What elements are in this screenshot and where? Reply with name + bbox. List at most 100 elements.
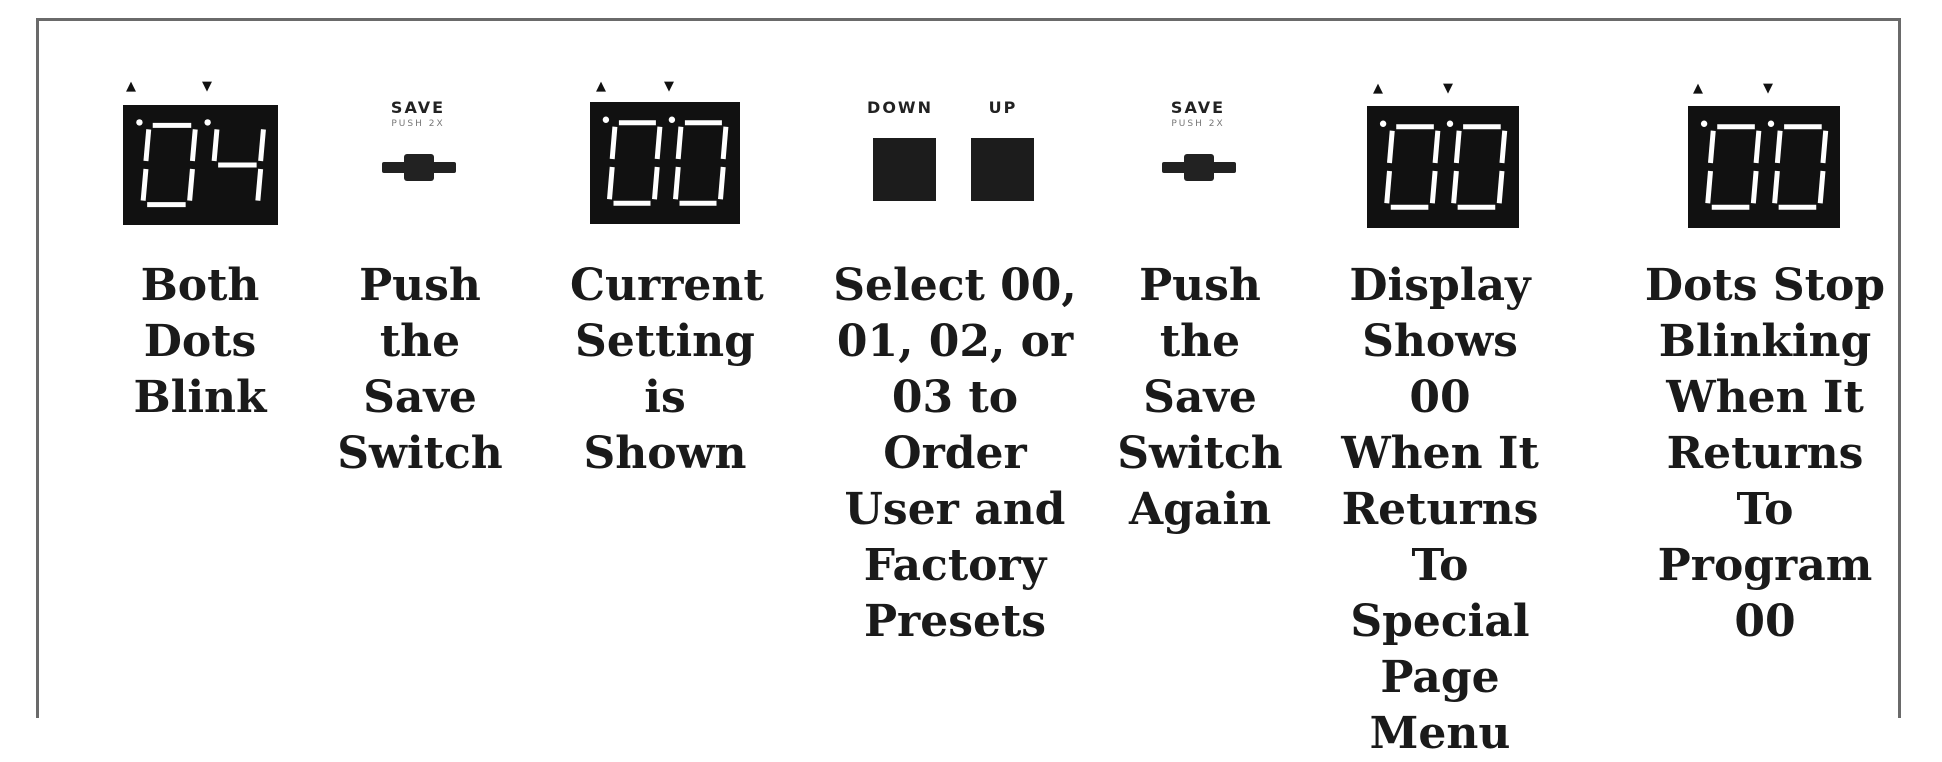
- seven-segment-display: [1367, 106, 1519, 228]
- caption-line: Push: [359, 260, 481, 311]
- caption-line: Switch: [1117, 428, 1283, 479]
- caption-line: Push: [1139, 260, 1261, 311]
- segment: [1499, 130, 1508, 164]
- indicator-dots: ▲ ▼: [126, 80, 226, 96]
- caption-line: Save: [1143, 372, 1257, 423]
- seven-segment-display: [1688, 106, 1840, 228]
- caption-line: Again: [1128, 484, 1272, 535]
- caption-line: Shown: [583, 428, 747, 479]
- save-switch[interactable]: [1162, 152, 1236, 182]
- segment: [1750, 170, 1759, 204]
- step-caption: Select 00, 01, 02, or 03 to Order User and Fa…: [830, 258, 1080, 650]
- down-triangle-icon: ▼: [664, 79, 674, 94]
- down-triangle-icon: ▼: [202, 79, 212, 94]
- up-button-label: UP: [988, 98, 1018, 117]
- indicator-dot: [204, 119, 211, 126]
- up-button[interactable]: [971, 138, 1034, 201]
- indicator-dot: [1379, 120, 1387, 127]
- step-caption: Dots Stop Blinking When It Returns To Program…: [1640, 258, 1890, 650]
- indicator-dots: ▲ ▼: [1373, 82, 1473, 98]
- caption-line: is: [644, 372, 686, 423]
- caption-line: Dots Stop: [1644, 260, 1886, 311]
- down-button[interactable]: [873, 138, 936, 201]
- step-caption: Display Shows 00 When It Returns To Special Pa…: [1325, 258, 1555, 762]
- segment: [609, 126, 618, 160]
- caption-line: When It: [1341, 428, 1539, 479]
- caption-line: the: [379, 316, 461, 367]
- indicator-dot: [1767, 120, 1775, 127]
- caption-line: Blinking: [1658, 316, 1872, 367]
- indicator-dot: [602, 116, 610, 123]
- indicator-dot: [1700, 120, 1708, 127]
- segment: [187, 168, 195, 201]
- caption-line: 03 to: [891, 372, 1019, 423]
- step-caption: Push the Save Switch: [330, 258, 510, 482]
- caption-line: Display: [1349, 260, 1531, 311]
- step-caption: Both Dots Blink: [120, 258, 280, 426]
- segment: [652, 166, 660, 200]
- digit: [1767, 120, 1829, 210]
- caption-line: Special: [1350, 596, 1530, 647]
- digit: [136, 119, 198, 208]
- up-triangle-icon: ▲: [596, 79, 606, 94]
- caption-line: When It: [1666, 372, 1864, 423]
- caption-line: the: [1159, 316, 1241, 367]
- down-triangle-icon: ▼: [1443, 81, 1453, 96]
- step-caption: Current Setting is Shown: [570, 258, 764, 482]
- caption-line: Menu: [1369, 708, 1511, 759]
- indicator-dot: [136, 119, 143, 126]
- caption-line: User and: [844, 484, 1066, 535]
- segment: [211, 129, 220, 162]
- segment: [1820, 130, 1829, 164]
- caption-line: Both: [140, 260, 260, 311]
- segment: [1387, 130, 1395, 164]
- segment: [1429, 170, 1438, 204]
- digit: [1446, 120, 1508, 210]
- caption-line: Select 00,: [833, 260, 1077, 311]
- segment: [1451, 170, 1459, 204]
- down-button-label: DOWN: [867, 98, 933, 117]
- save-switch[interactable]: [382, 152, 456, 182]
- digit: [668, 116, 729, 206]
- indicator-dots: ▲ ▼: [596, 80, 696, 96]
- caption-line: Shows 00: [1362, 316, 1518, 423]
- caption-line: Switch: [337, 428, 503, 479]
- segment: [720, 126, 729, 160]
- segment: [718, 166, 726, 200]
- caption-line: Current: [570, 260, 764, 311]
- segment: [1817, 170, 1826, 204]
- up-triangle-icon: ▲: [1373, 81, 1383, 96]
- segment: [654, 126, 663, 160]
- caption-line: 00: [1734, 596, 1796, 647]
- caption-line: Order: [883, 428, 1027, 479]
- segment: [607, 166, 615, 200]
- caption-line: Program: [1657, 540, 1873, 591]
- down-triangle-icon: ▼: [1763, 81, 1773, 96]
- caption-line: Presets: [863, 596, 1047, 647]
- segment: [1496, 170, 1505, 204]
- digit: [204, 119, 266, 201]
- segment: [1753, 130, 1762, 164]
- caption-line: 01, 02, or: [836, 316, 1074, 367]
- segment: [258, 129, 266, 162]
- segment: [673, 166, 681, 200]
- save-switch-sublabel: PUSH 2X: [1171, 119, 1225, 129]
- caption-line: To: [1736, 484, 1794, 535]
- segment: [1705, 170, 1713, 204]
- segment: [1708, 130, 1716, 164]
- seven-segment-display: [590, 102, 740, 224]
- seven-segment-display: [123, 105, 278, 225]
- segment: [675, 126, 684, 160]
- indicator-dots: ▲ ▼: [1693, 82, 1793, 98]
- segment: [143, 129, 152, 162]
- up-triangle-icon: ▲: [126, 79, 136, 94]
- segment: [1384, 170, 1392, 204]
- save-switch-label: SAVE: [1170, 98, 1226, 117]
- caption-line: Factory: [863, 540, 1047, 591]
- caption-line: Blink: [133, 372, 267, 423]
- caption-line: Save: [363, 372, 477, 423]
- segment: [1432, 130, 1441, 164]
- caption-line: Page: [1380, 652, 1500, 703]
- segment: [189, 129, 198, 162]
- segment: [1772, 170, 1780, 204]
